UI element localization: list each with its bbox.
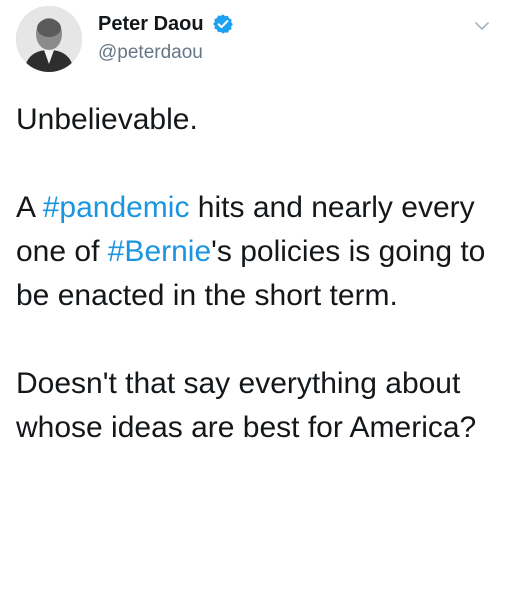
chevron-down-icon[interactable] [472,16,492,36]
hashtag-link-pandemic[interactable]: #pandemic [43,191,190,224]
tweet-text: Unbelievable. A #pandemic hits and nearl… [16,98,502,450]
avatar[interactable] [16,6,82,72]
tweet-paragraph-1: Unbelievable. [16,103,198,136]
hashtag-link-bernie[interactable]: #Bernie [108,235,211,268]
person-portrait-icon [16,6,82,72]
tweet-header: Peter Daou @peterdaou [16,6,496,76]
author-names: Peter Daou @peterdaou [98,12,234,66]
verified-badge-icon [213,14,233,34]
tweet-paragraph-3: Doesn't that say everything about whose … [16,367,477,444]
tweet-paragraph-2: A #pandemic hits and nearly every one of… [16,186,502,318]
text-segment: A [16,191,43,224]
author-handle[interactable]: @peterdaou [98,40,234,66]
tweet-card: Peter Daou @peterdaou Unbelievable. A #p… [0,0,512,600]
display-name[interactable]: Peter Daou [98,12,204,36]
